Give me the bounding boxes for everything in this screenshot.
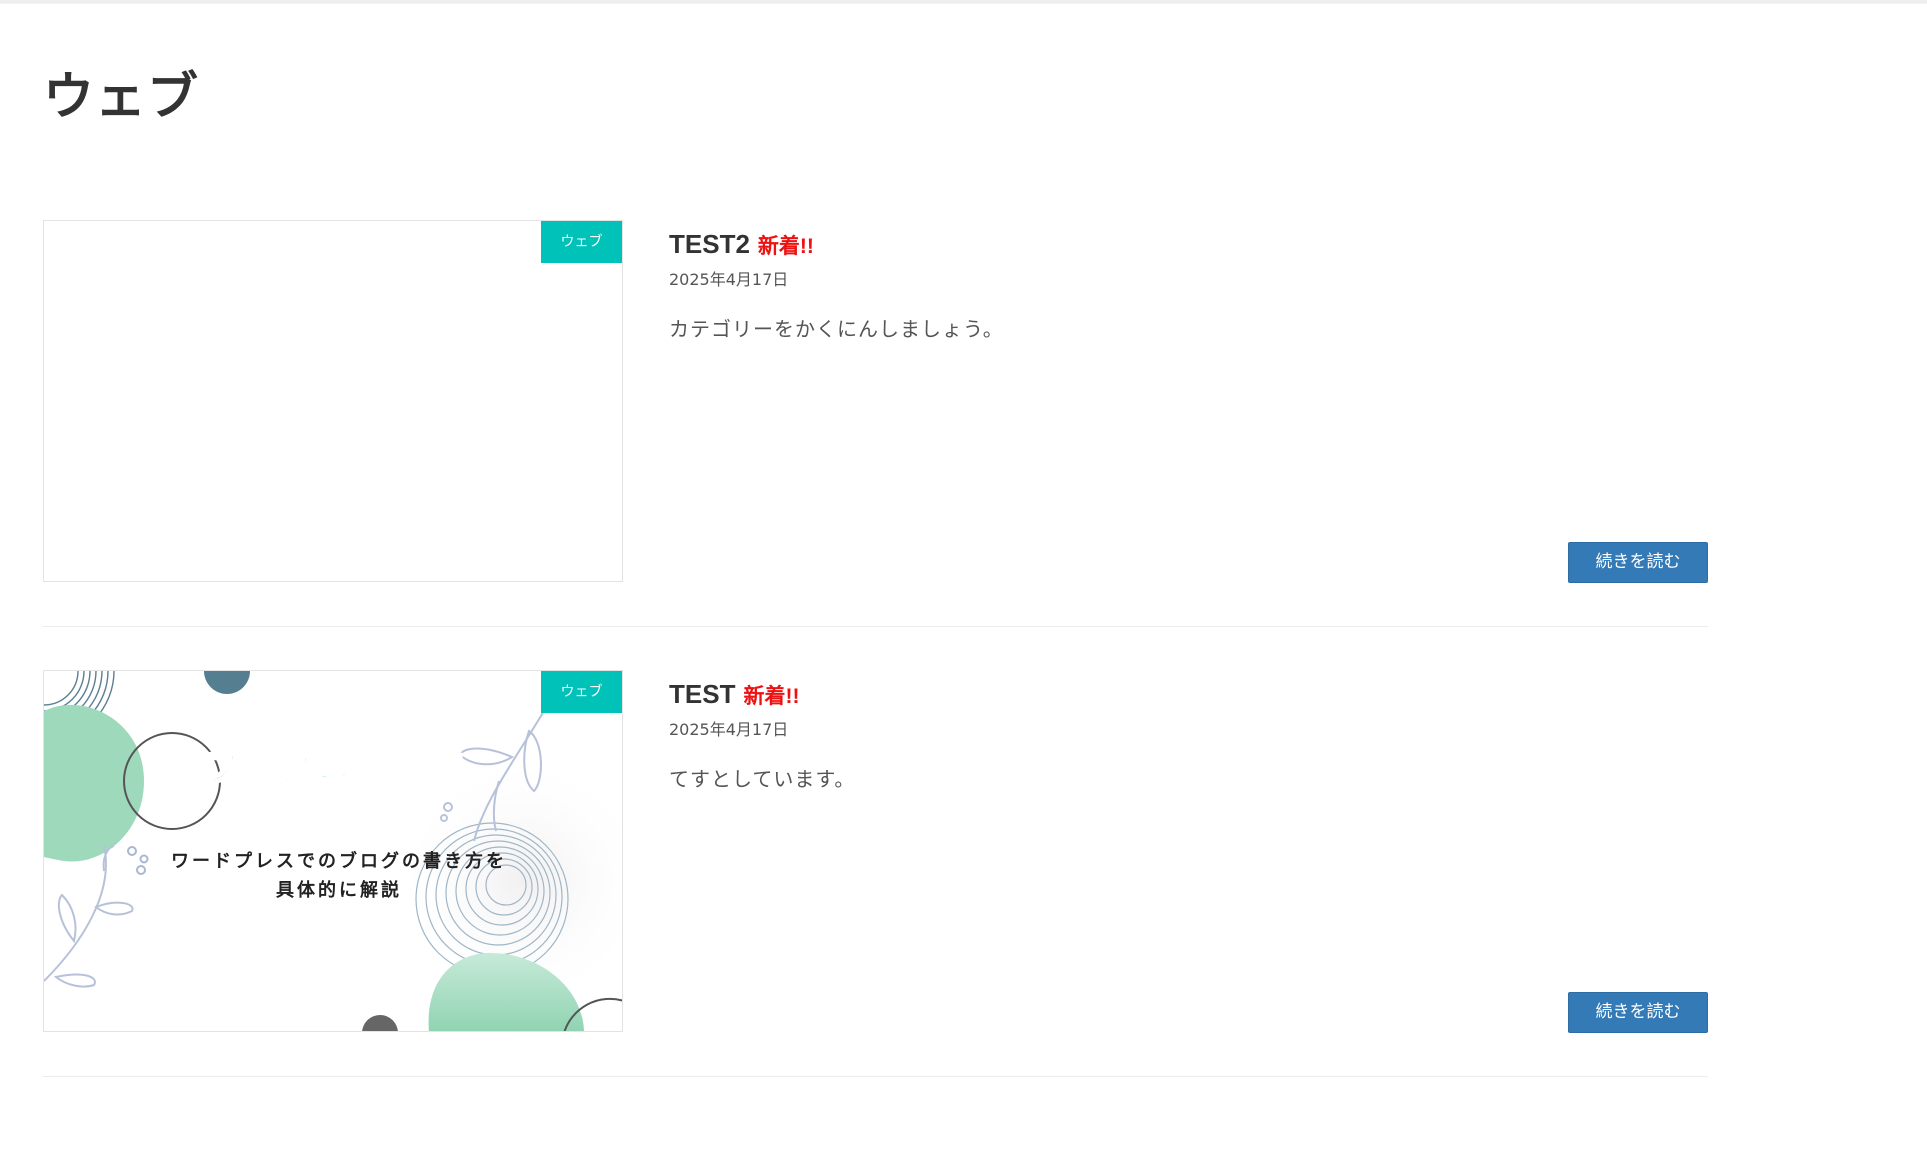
post-excerpt: てすとしています。 bbox=[669, 767, 856, 791]
post-card: ウェブ TEST2 新着!! 2025年4月17日 カテゴリーをかくにんしましょう… bbox=[43, 220, 1708, 627]
post-title-text[interactable]: TEST bbox=[669, 679, 735, 709]
post-thumbnail[interactable]: ブログの書き方 ワードプレスでのブログの書き方を 具体的に解説 ウェブ bbox=[43, 670, 623, 1032]
thumbnail-subtitle-line: 具体的に解説 bbox=[276, 880, 402, 901]
blob-shape bbox=[362, 1015, 398, 1031]
new-label: 新着!! bbox=[743, 685, 800, 708]
read-more-button[interactable]: 続きを読む bbox=[1568, 992, 1708, 1033]
post-title[interactable]: TEST2 新着!! bbox=[669, 224, 814, 267]
thumbnail-subtitle: ワードプレスでのブログの書き方を 具体的に解説 bbox=[44, 847, 622, 905]
category-badge[interactable]: ウェブ bbox=[541, 671, 622, 713]
top-border bbox=[0, 0, 1927, 4]
post-body: TEST2 新着!! 2025年4月17日 カテゴリーをかくにんしましょう。 続き… bbox=[669, 220, 1708, 583]
post-card: ブログの書き方 ワードプレスでのブログの書き方を 具体的に解説 ウェブ TEST… bbox=[43, 670, 1708, 1077]
post-title[interactable]: TEST 新着!! bbox=[669, 674, 799, 717]
post-date: 2025年4月17日 bbox=[669, 720, 789, 739]
post-excerpt: カテゴリーをかくにんしましょう。 bbox=[669, 317, 1004, 341]
post-title-text[interactable]: TEST2 bbox=[669, 229, 750, 259]
category-badge[interactable]: ウェブ bbox=[541, 221, 622, 263]
thumbnail-heading: ブログの書き方 bbox=[203, 745, 464, 790]
new-label: 新着!! bbox=[757, 235, 814, 258]
thumbnail-subtitle-line: ワードプレスでのブログの書き方を bbox=[171, 851, 507, 872]
post-thumbnail[interactable]: ウェブ bbox=[43, 220, 623, 582]
read-more-button[interactable]: 続きを読む bbox=[1568, 542, 1708, 583]
post-date: 2025年4月17日 bbox=[669, 270, 789, 289]
page-title: ウェブ bbox=[43, 68, 200, 127]
blob-shape bbox=[204, 671, 250, 694]
post-body: TEST 新着!! 2025年4月17日 てすとしています。 続きを読む bbox=[669, 670, 1708, 1033]
